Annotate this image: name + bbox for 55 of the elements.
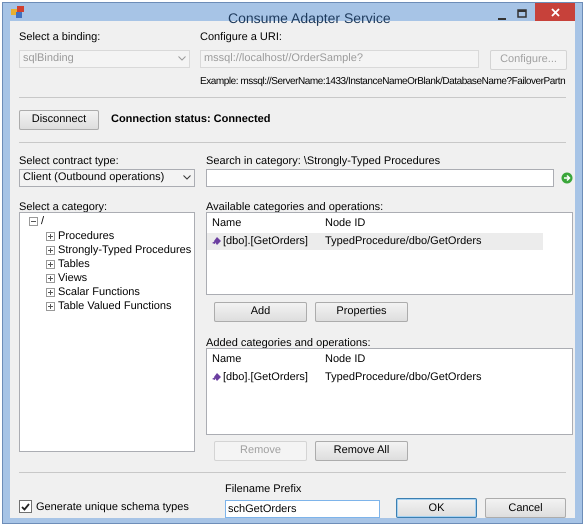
action-button[interactable]: Add — [214, 302, 307, 322]
field-label: Select contract type: — [19, 154, 120, 168]
app-icon — [11, 6, 25, 18]
field-label: Search in category: \Strongly-Typed Procedures — [206, 154, 442, 168]
connection-status: Connection status: Connected — [111, 112, 271, 128]
tree-item[interactable]: Table Valued Functions — [58, 298, 172, 315]
field-label: Added categories and operations: — [206, 336, 372, 348]
expand-icon[interactable] — [46, 274, 55, 283]
maximize-icon[interactable] — [517, 9, 527, 19]
tree-item[interactable]: Tables — [58, 256, 90, 273]
field-label: Filename Prefix — [225, 482, 302, 496]
dialog-button[interactable]: OK — [396, 498, 477, 518]
example-text: Example: mssql://ServerName:1433/InstanceNameOrBlank/DatabaseName?FailoverPartn — [200, 74, 566, 88]
checkbox-label: Generate unique schema types — [36, 500, 189, 514]
field-label: Available categories and operations: — [206, 200, 384, 212]
checkmark-icon — [21, 502, 30, 511]
go-icon[interactable] — [561, 172, 573, 184]
checkbox[interactable] — [19, 500, 32, 514]
table-cell-text: TypedProcedure/dbo/GetOrders — [324, 234, 482, 249]
close-button[interactable] — [535, 3, 575, 21]
expand-icon[interactable] — [46, 288, 55, 297]
action-button[interactable]: Properties — [315, 302, 408, 322]
expand-icon[interactable] — [46, 232, 55, 241]
expand-icon[interactable] — [46, 246, 55, 255]
caret-icon — [178, 56, 186, 61]
table-cell-text: TypedProcedure/dbo/GetOrders — [324, 370, 482, 385]
column-header[interactable]: Node ID — [319, 215, 366, 232]
filename-prefix-field[interactable]: schGetOrders — [225, 500, 380, 518]
tree-item[interactable]: Views — [58, 270, 88, 287]
dialog-button[interactable]: Cancel — [485, 498, 566, 518]
tree-item[interactable]: / — [41, 213, 44, 230]
expand-icon[interactable] — [46, 302, 55, 311]
window-title: Consume Adapter Service — [228, 9, 391, 28]
field-label: Select a binding: — [19, 30, 102, 45]
column-header[interactable]: Name — [207, 215, 319, 232]
tree-item[interactable]: Scalar Functions — [58, 284, 140, 301]
expand-icon[interactable] — [46, 260, 55, 269]
action-button[interactable]: Remove All — [315, 440, 408, 460]
field-label: Configure a URI: — [200, 30, 283, 45]
procedure-icon — [212, 372, 222, 382]
table-cell-text: [dbo].[GetOrders] — [223, 370, 308, 385]
field-label: Select a category: — [19, 200, 108, 212]
column-header[interactable]: Name — [207, 351, 319, 368]
column-header[interactable]: Node ID — [319, 351, 366, 368]
tree-item[interactable]: Procedures — [58, 228, 114, 245]
close-icon — [550, 8, 560, 16]
operation-row[interactable]: [dbo].[GetOrders] TypedProcedure/dbo/GetOrders — [207, 232, 543, 250]
procedure-icon — [212, 236, 222, 246]
tree-item[interactable]: Strongly-Typed Procedures — [58, 242, 192, 259]
contract-type-dropdown[interactable]: Client (Outbound operations) — [19, 168, 195, 186]
caret-icon — [183, 175, 191, 180]
disconnect-button[interactable]: Disconnect — [19, 110, 99, 130]
collapse-icon[interactable] — [29, 217, 38, 226]
search-field[interactable] — [206, 168, 554, 186]
table-cell-text: [dbo].[GetOrders] — [223, 234, 308, 249]
